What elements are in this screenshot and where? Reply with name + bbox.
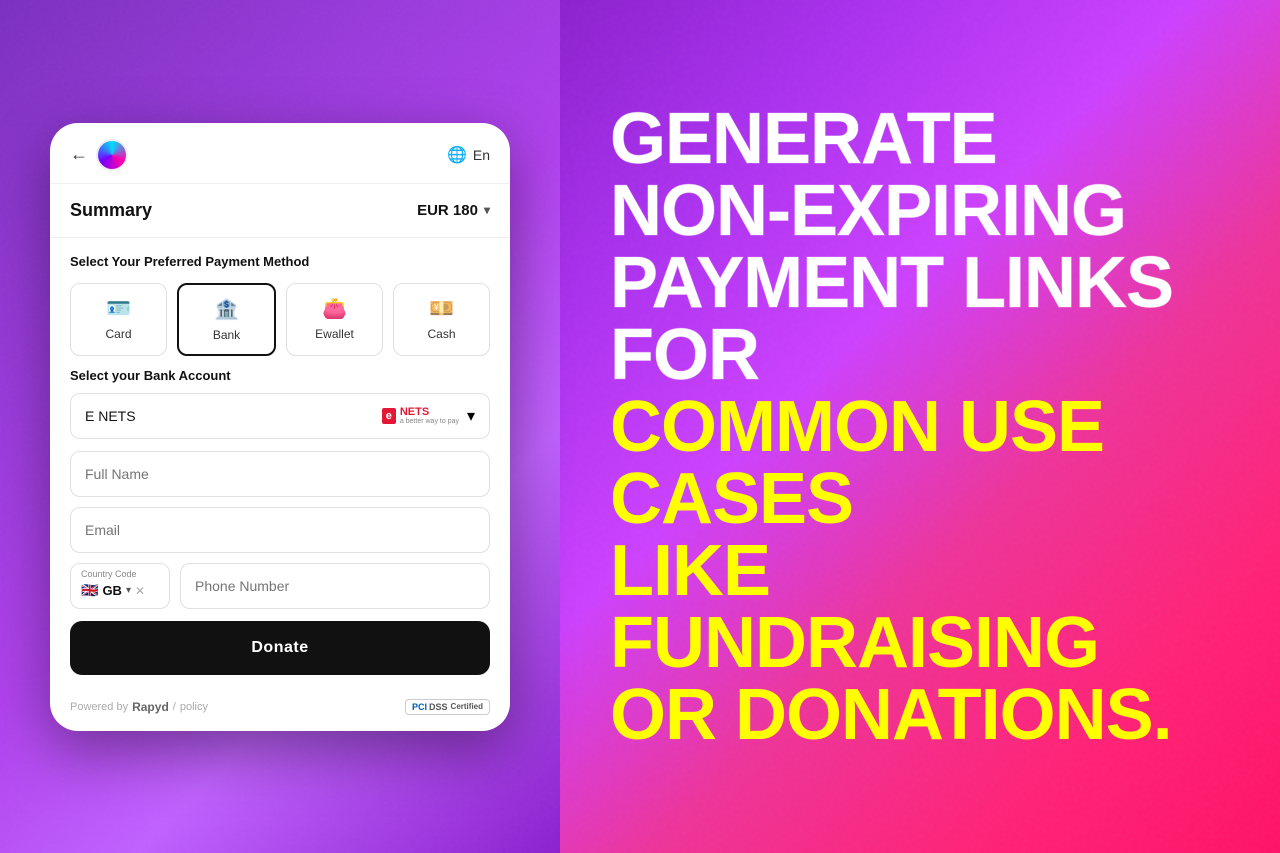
form-section: Country Code 🇬🇧 GB ▾ ✕	[50, 451, 510, 621]
bank-icon: 🏦	[214, 297, 239, 322]
phone-row: Country Code 🇬🇧 GB ▾ ✕	[70, 563, 490, 609]
payment-section-title: Select Your Preferred Payment Method	[70, 254, 490, 269]
marketing-line3: PAYMENT LINKS FOR	[610, 243, 1173, 395]
marketing-line5: LIKE FUNDRAISING	[610, 531, 1099, 683]
amount-chevron: ▾	[484, 203, 490, 217]
powered-by-text: Powered by	[70, 701, 128, 713]
ewallet-label: Ewallet	[315, 327, 354, 341]
policy-link[interactable]: policy	[180, 701, 208, 713]
country-chevron-icon: ▾	[126, 585, 131, 596]
country-flag: 🇬🇧	[81, 582, 98, 599]
rapyd-brand: Rapyd	[132, 700, 169, 714]
payment-methods-list: 🪪 Card 🏦 Bank 👛 Ewallet 💴 Cash	[70, 283, 490, 356]
separator: /	[173, 701, 176, 713]
bank-select-left: E NETS	[85, 408, 136, 424]
powered-by: Powered by Rapyd / policy	[70, 700, 208, 714]
card-icon: 🪪	[106, 296, 131, 321]
pci-text: PCI	[412, 702, 427, 712]
dss-text: DSS	[429, 702, 448, 712]
header-right: 🌐 En	[447, 145, 490, 165]
payment-method-card[interactable]: 🪪 Card	[70, 283, 167, 356]
marketing-line6: OR DONATIONS.	[610, 675, 1172, 755]
bank-account-title: Select your Bank Account	[70, 368, 490, 383]
phone-number-input[interactable]	[180, 563, 490, 609]
full-name-input[interactable]	[70, 451, 490, 497]
summary-section: Summary EUR 180 ▾	[50, 184, 510, 238]
bank-account-select[interactable]: E NETS e NETS a better way to pay ▾	[70, 393, 490, 439]
phone-footer: Powered by Rapyd / policy PCI DSS Certif…	[50, 689, 510, 731]
back-button[interactable]: ←	[70, 144, 88, 165]
country-clear-icon[interactable]: ✕	[135, 584, 145, 598]
right-panel: GENERATE NON-EXPIRING PAYMENT LINKS FOR …	[560, 0, 1280, 853]
header-left: ←	[70, 139, 128, 171]
logo-icon	[96, 139, 128, 171]
marketing-line1: GENERATE	[610, 99, 997, 179]
enets-nets: NETS	[400, 407, 459, 418]
cash-label: Cash	[427, 327, 455, 341]
enets-tagline: a better way to pay	[400, 418, 459, 425]
payment-section: Select Your Preferred Payment Method 🪪 C…	[50, 238, 510, 368]
phone-header: ← 🌐 En	[50, 123, 510, 184]
country-code-label: Country Code	[81, 569, 137, 579]
marketing-line4: COMMON USE CASES	[610, 387, 1104, 539]
ewallet-icon: 👛	[322, 296, 347, 321]
donate-section: Donate	[50, 621, 510, 689]
bank-chevron: ▾	[467, 406, 475, 426]
summary-title: Summary	[70, 200, 152, 221]
language-label[interactable]: En	[473, 147, 490, 163]
payment-method-ewallet[interactable]: 👛 Ewallet	[286, 283, 383, 356]
email-input[interactable]	[70, 507, 490, 553]
left-panel: ← 🌐 En Summary EUR 180 ▾ Select Your Pre…	[0, 0, 560, 853]
enets-e: e	[382, 408, 396, 424]
donate-button[interactable]: Donate	[70, 621, 490, 675]
enets-logo: e NETS a better way to pay	[382, 407, 459, 425]
payment-method-cash[interactable]: 💴 Cash	[393, 283, 490, 356]
enets-name: E NETS	[85, 408, 136, 424]
country-code-select[interactable]: Country Code 🇬🇧 GB ▾ ✕	[70, 563, 170, 609]
globe-icon: 🌐	[447, 145, 467, 165]
marketing-heading: GENERATE NON-EXPIRING PAYMENT LINKS FOR …	[610, 103, 1230, 751]
country-code-value: GB	[102, 583, 122, 598]
card-label: Card	[105, 327, 131, 341]
certified-text: Certified	[451, 702, 483, 711]
bank-section: Select your Bank Account E NETS e NETS a…	[50, 368, 510, 451]
bank-select-right: e NETS a better way to pay ▾	[382, 406, 475, 426]
phone-mockup: ← 🌐 En Summary EUR 180 ▾ Select Your Pre…	[50, 123, 510, 731]
cash-icon: 💴	[429, 296, 454, 321]
amount-value: EUR 180	[417, 202, 478, 219]
bank-label: Bank	[213, 328, 240, 342]
payment-method-bank[interactable]: 🏦 Bank	[177, 283, 276, 356]
marketing-line2: NON-EXPIRING	[610, 171, 1126, 251]
marketing-text: GENERATE NON-EXPIRING PAYMENT LINKS FOR …	[610, 103, 1230, 751]
summary-amount[interactable]: EUR 180 ▾	[417, 202, 490, 219]
pci-badge: PCI DSS Certified	[405, 699, 490, 715]
